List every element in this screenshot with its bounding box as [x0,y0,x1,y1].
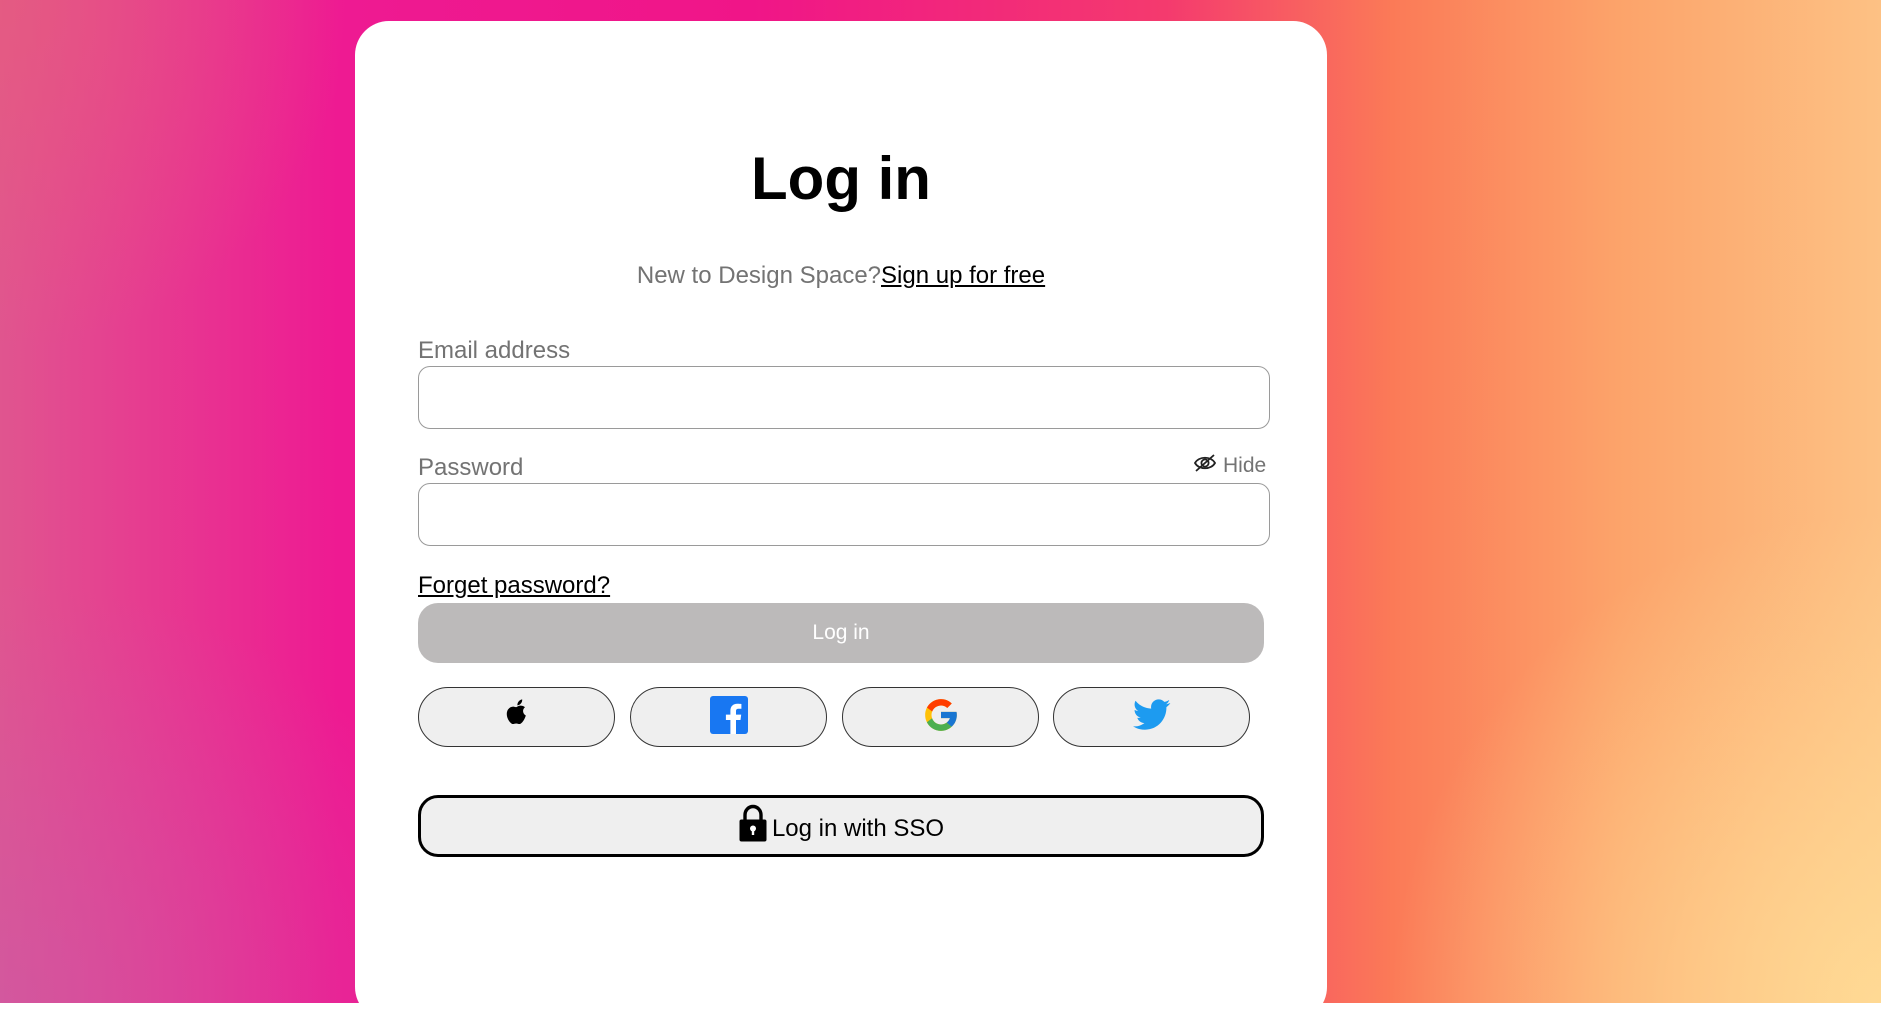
facebook-login-button[interactable] [630,687,827,747]
facebook-icon [709,695,748,739]
hide-password-toggle[interactable]: Hide [1193,452,1266,480]
twitter-login-button[interactable] [1053,687,1250,747]
login-card: Log in New to Design Space?Sign up for f… [355,21,1327,1021]
eye-slash-icon [1193,453,1217,479]
twitter-icon [1132,698,1171,736]
sso-login-button[interactable]: Log in with SSO [418,795,1264,857]
password-field-box [418,483,1270,546]
forget-password-link[interactable]: Forget password? [418,571,610,601]
email-field[interactable] [419,367,1269,428]
apple-icon [500,696,534,739]
login-button[interactable]: Log in [418,603,1264,663]
google-icon [922,696,960,739]
email-label: Email address [418,337,571,364]
password-label: Password [418,454,524,481]
hide-label: Hide [1223,454,1267,477]
email-field-box [418,366,1270,429]
lock-icon [738,804,768,849]
google-login-button[interactable] [842,687,1039,747]
page-title: Log in [751,145,931,212]
signup-prompt: New to Design Space? [636,262,882,289]
signup-link[interactable]: Sign up for free [881,262,1045,289]
apple-login-button[interactable] [418,687,615,747]
password-field[interactable] [419,484,1269,545]
sso-label: Log in with SSO [771,815,945,842]
signup-prompt-line: New to Design Space?Sign up for free [355,261,1327,291]
